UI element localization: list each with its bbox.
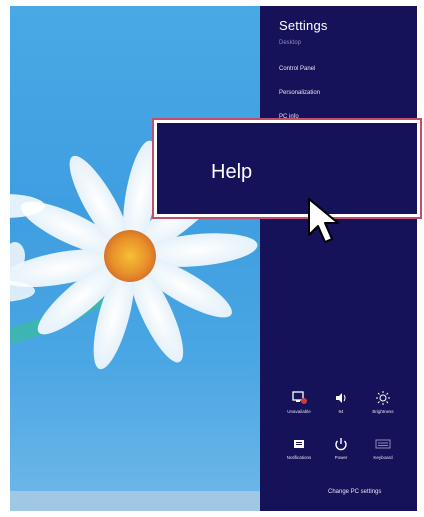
brightness-label: Brightness: [372, 409, 394, 414]
brightness-icon: [376, 391, 390, 405]
daisy-wallpaper-image: [10, 140, 258, 370]
mouse-cursor-icon: [308, 198, 339, 243]
keyboard-tile[interactable]: Keyboard: [362, 437, 404, 475]
change-pc-settings-link[interactable]: Change PC settings: [328, 489, 381, 495]
volume-tile[interactable]: 94: [320, 391, 362, 429]
settings-charm-panel: Settings Desktop Control Panel Personali…: [260, 6, 417, 511]
control-panel-link[interactable]: Control Panel: [279, 66, 315, 72]
volume-icon: [336, 393, 346, 403]
screenshot-frame: Settings Desktop Control Panel Personali…: [10, 6, 417, 511]
taskbar: [10, 491, 260, 511]
panel-subtitle: Desktop: [279, 40, 302, 46]
notifications-tile[interactable]: Notifications: [278, 437, 320, 475]
help-item-highlight[interactable]: Help: [152, 118, 422, 219]
brightness-tile[interactable]: Brightness: [362, 391, 404, 429]
power-label: Power: [334, 455, 348, 460]
network-label: Unavailable: [287, 409, 311, 414]
desktop-background: [10, 6, 260, 511]
power-tile[interactable]: Power: [320, 437, 362, 475]
power-icon: [335, 438, 347, 451]
network-tile[interactable]: Unavailable: [278, 391, 320, 429]
keyboard-icon: [375, 439, 391, 449]
network-unavailable-icon: [292, 391, 307, 404]
personalization-link[interactable]: Personalization: [279, 90, 320, 96]
keyboard-label: Keyboard: [373, 455, 393, 460]
volume-label: 94: [338, 409, 344, 414]
panel-title: Settings: [279, 18, 328, 33]
help-item[interactable]: Help: [157, 123, 417, 214]
help-label: Help: [211, 161, 253, 183]
notifications-label: Notifications: [286, 455, 312, 460]
notifications-icon: [294, 440, 304, 448]
